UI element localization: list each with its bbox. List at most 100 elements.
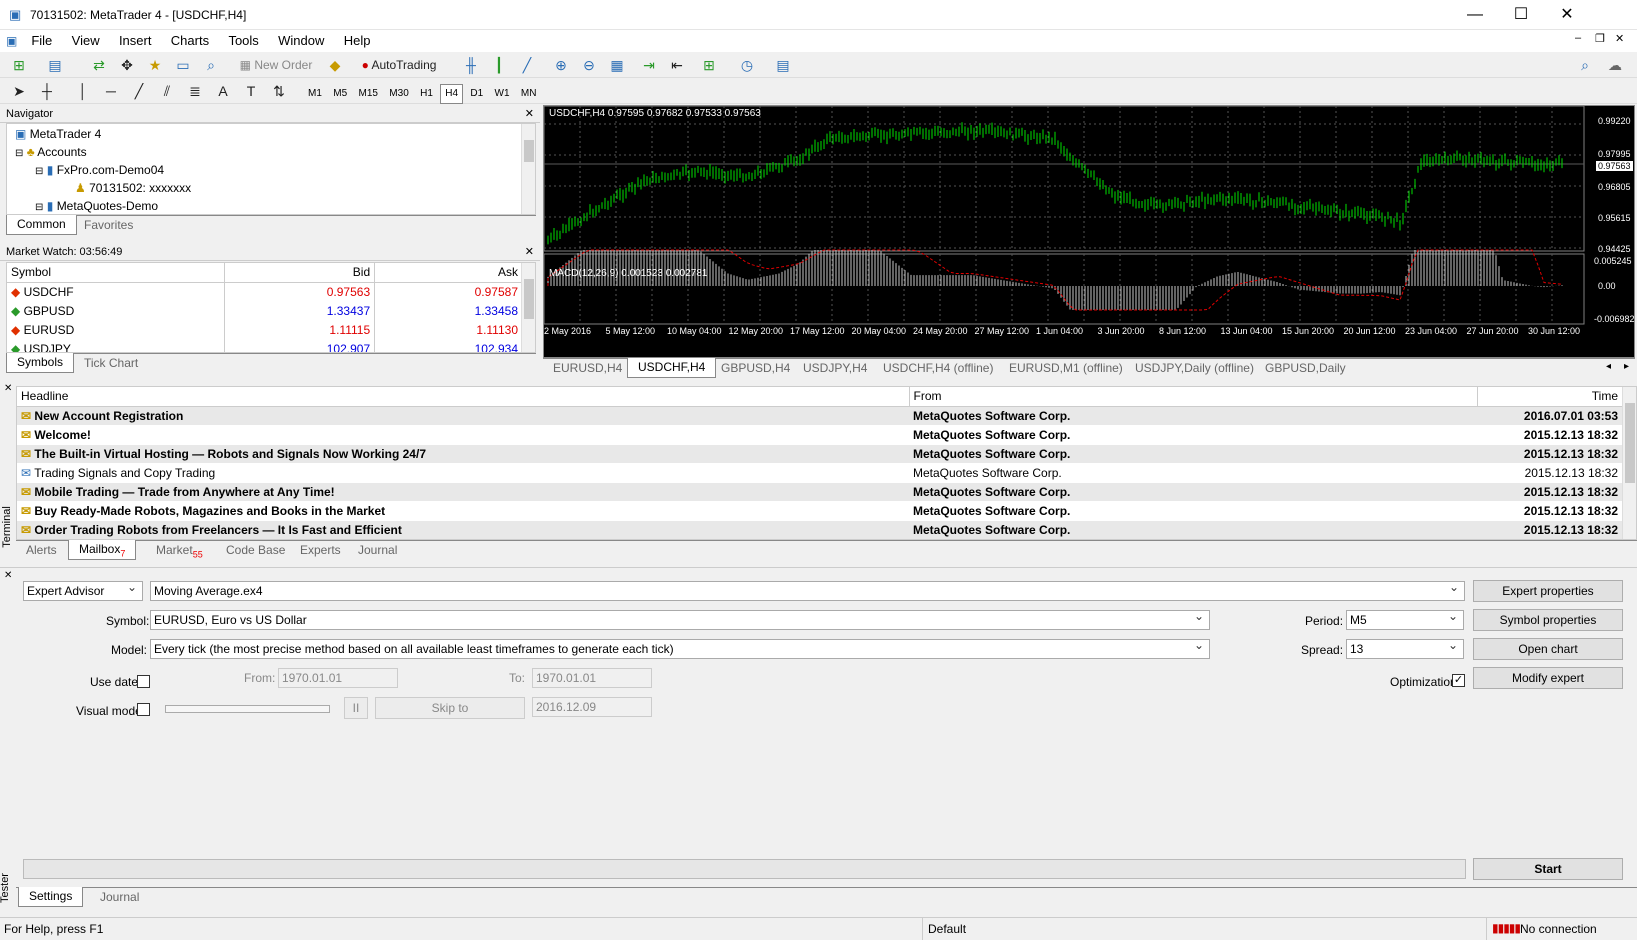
- col-headline[interactable]: Headline: [17, 387, 910, 407]
- model-select[interactable]: Every tick (the most precise method base…: [150, 636, 1210, 659]
- close-button[interactable]: ✕: [1544, 0, 1590, 30]
- terminal-close-icon[interactable]: ✕: [4, 383, 12, 394]
- bar-chart-icon[interactable]: ╫: [460, 55, 482, 75]
- col-symbol[interactable]: Symbol: [7, 263, 226, 283]
- use-date-checkbox[interactable]: [137, 675, 150, 688]
- maximize-button[interactable]: ☐: [1498, 0, 1544, 30]
- horizontal-line-icon[interactable]: ─: [100, 81, 122, 101]
- tab-mailbox[interactable]: Mailbox7: [68, 540, 137, 560]
- visual-mode-checkbox[interactable]: [137, 703, 150, 716]
- candlesticks-icon[interactable]: ┃: [488, 55, 510, 75]
- zoom-in-icon[interactable]: ⊕: [550, 55, 572, 75]
- tab-tick-chart[interactable]: Tick Chart: [74, 354, 148, 374]
- tab-experts[interactable]: Experts: [290, 541, 351, 561]
- from-date-input[interactable]: 1970.01.01: [278, 668, 398, 688]
- mail-row[interactable]: ✉ Order Trading Robots from Freelancers …: [17, 520, 1622, 539]
- menu-help[interactable]: Help: [336, 30, 379, 51]
- symbol-select[interactable]: EURUSD, Euro vs US Dollar: [150, 607, 1210, 630]
- chart-tab[interactable]: GBPUSD,Daily: [1255, 359, 1356, 379]
- child-window-icon[interactable]: ▣: [0, 34, 20, 48]
- tf-m15[interactable]: M15: [355, 85, 382, 103]
- market-watch-row[interactable]: ◆ USDJPY 102.907 102.934: [7, 339, 523, 352]
- menu-view[interactable]: View: [64, 30, 108, 51]
- skip-date-input[interactable]: 2016.12.09: [532, 697, 652, 717]
- period-select[interactable]: M5: [1346, 607, 1464, 630]
- menu-window[interactable]: Window: [270, 30, 332, 51]
- tree-node-metaquotes[interactable]: ⊟ ▮ MetaQuotes-Demo: [35, 199, 158, 213]
- mail-row[interactable]: ✉ New Account Registration MetaQuotes So…: [17, 406, 1622, 426]
- tree-node-account[interactable]: ♟ 70131502: xxxxxxx: [75, 181, 191, 195]
- arrows-icon[interactable]: ⇅: [268, 81, 290, 101]
- chart-tab[interactable]: GBPUSD,H4: [711, 359, 800, 379]
- menu-tools[interactable]: Tools: [220, 30, 266, 51]
- tab-market[interactable]: Market55: [146, 541, 213, 561]
- tree-node-terminal[interactable]: ▣ MetaTrader 4: [15, 127, 101, 141]
- profiles-icon[interactable]: ▤: [44, 55, 66, 75]
- chart-tab-active[interactable]: USDCHF,H4: [627, 358, 717, 378]
- to-date-input[interactable]: 1970.01.01: [532, 668, 652, 688]
- chart-tab[interactable]: USDJPY,Daily (offline): [1125, 359, 1264, 379]
- modify-expert-button[interactable]: Modify expert: [1473, 667, 1623, 689]
- tab-symbols[interactable]: Symbols: [6, 353, 75, 373]
- tester-close-icon[interactable]: ✕: [4, 570, 12, 581]
- text-label-icon[interactable]: T: [240, 81, 262, 101]
- fibonacci-icon[interactable]: ≣: [184, 81, 206, 101]
- mail-row[interactable]: ✉ Buy Ready-Made Robots, Magazines and B…: [17, 501, 1622, 521]
- menu-file[interactable]: File: [23, 30, 60, 51]
- autotrading-button[interactable]: ● AutoTrading: [352, 55, 446, 75]
- spread-select[interactable]: 13: [1346, 636, 1464, 659]
- chart-shift-icon[interactable]: ⇥: [638, 55, 660, 75]
- expert-select[interactable]: Moving Average.ex4: [150, 578, 1465, 601]
- tree-node-fxpro[interactable]: ⊟ ▮ FxPro.com-Demo04: [35, 163, 164, 177]
- col-time[interactable]: Time: [1477, 387, 1622, 407]
- new-order-button[interactable]: ▦ New Order: [236, 55, 316, 75]
- skip-to-button[interactable]: Skip to: [375, 697, 525, 719]
- market-watch-row[interactable]: ◆ GBPUSD 1.33437 1.33458: [7, 301, 523, 320]
- menu-charts[interactable]: Charts: [163, 30, 217, 51]
- market-watch-icon[interactable]: ⇄: [88, 55, 110, 75]
- speed-slider[interactable]: [165, 705, 330, 713]
- expert-properties-button[interactable]: Expert properties: [1473, 580, 1623, 602]
- tf-m30[interactable]: M30: [385, 85, 412, 103]
- tab-settings[interactable]: Settings: [18, 887, 84, 907]
- mail-row[interactable]: ✉ Trading Signals and Copy Trading MetaQ…: [17, 463, 1622, 483]
- col-bid[interactable]: Bid: [224, 263, 376, 283]
- market-watch-close-icon[interactable]: ✕: [525, 243, 534, 261]
- tf-h4[interactable]: H4: [440, 84, 464, 104]
- chat-icon[interactable]: ☁: [1604, 55, 1626, 75]
- tab-code-base[interactable]: Code Base: [216, 541, 295, 561]
- mail-row[interactable]: ✉ The Built-in Virtual Hosting — Robots …: [17, 444, 1622, 464]
- tree-node-accounts[interactable]: ⊟ ♣ Accounts: [15, 145, 87, 159]
- zoom-out-icon[interactable]: ⊖: [578, 55, 600, 75]
- navigator-close-icon[interactable]: ✕: [525, 105, 534, 123]
- minimize-button[interactable]: —: [1452, 0, 1498, 30]
- tf-w1[interactable]: W1: [491, 85, 514, 103]
- market-watch-row[interactable]: ◆ EURUSD 1.11115 1.11130: [7, 320, 523, 339]
- col-ask[interactable]: Ask: [374, 263, 523, 283]
- child-restore-icon[interactable]: ❐: [1595, 32, 1605, 45]
- tf-m5[interactable]: M5: [329, 85, 351, 103]
- search-icon[interactable]: ⌕: [1574, 55, 1596, 75]
- mailbox-scrollbar[interactable]: [1622, 387, 1636, 539]
- chart-tab[interactable]: USDCHF,H4 (offline): [873, 359, 1003, 379]
- tab-common[interactable]: Common: [6, 215, 77, 235]
- tester-type-select[interactable]: Expert Advisor: [23, 578, 143, 601]
- metaeditor-icon[interactable]: ◆: [324, 55, 346, 75]
- col-from[interactable]: From: [909, 387, 1478, 407]
- new-chart-icon[interactable]: ⊞: [8, 55, 30, 75]
- templates-icon[interactable]: ▤: [772, 55, 794, 75]
- navigator-scrollbar[interactable]: [521, 124, 535, 214]
- symbol-properties-button[interactable]: Symbol properties: [1473, 609, 1623, 631]
- tabs-left-icon[interactable]: ◂: [1606, 361, 1611, 372]
- mail-row[interactable]: ✉ Mobile Trading — Trade from Anywhere a…: [17, 482, 1622, 502]
- start-button[interactable]: Start: [1473, 858, 1623, 880]
- market-watch-scrollbar[interactable]: [521, 263, 535, 352]
- terminal-icon[interactable]: ▭: [172, 55, 194, 75]
- child-minimize-icon[interactable]: –: [1575, 32, 1581, 44]
- market-watch-row[interactable]: ◆ USDCHF 0.97563 0.97587: [7, 282, 523, 301]
- vertical-line-icon[interactable]: │: [72, 81, 94, 101]
- tabs-right-icon[interactable]: ▸: [1624, 361, 1629, 372]
- tab-favorites[interactable]: Favorites: [74, 216, 143, 236]
- data-window-icon[interactable]: ✥: [116, 55, 138, 75]
- chart-tab[interactable]: EURUSD,H4: [543, 359, 632, 379]
